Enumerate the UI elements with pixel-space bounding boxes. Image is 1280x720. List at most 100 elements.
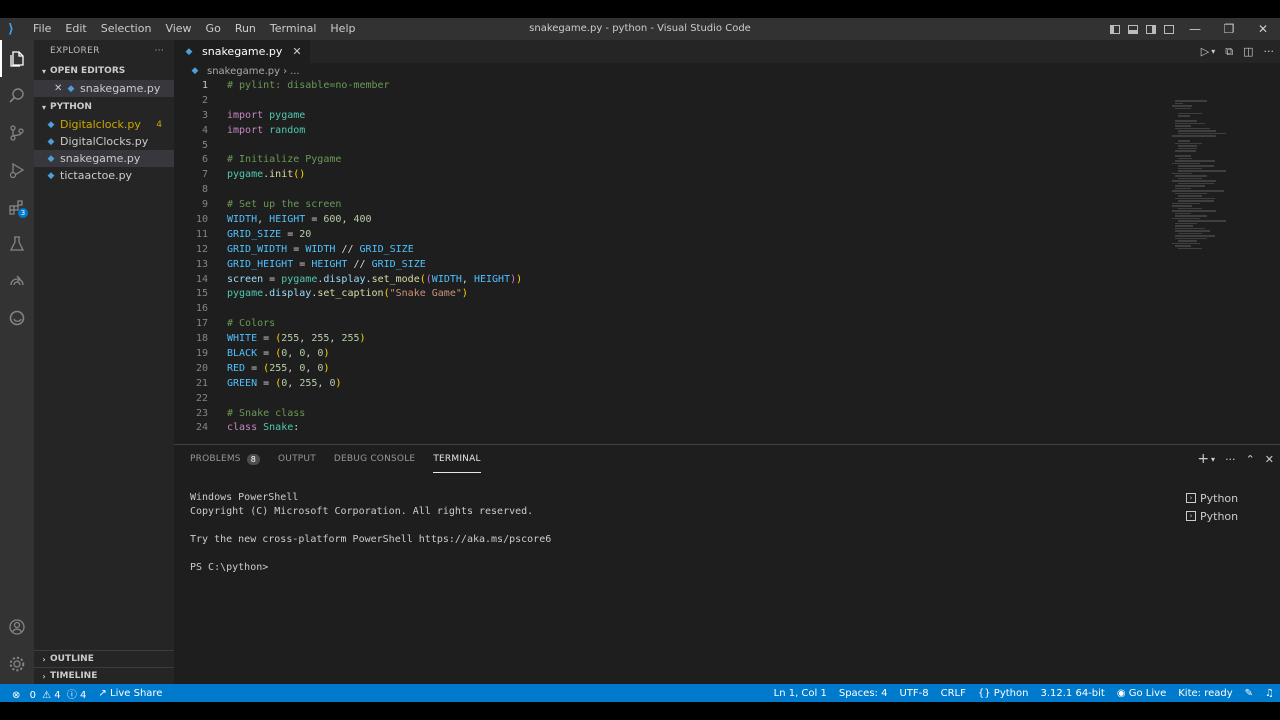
search-icon[interactable]: [0, 77, 34, 114]
settings-gear-icon[interactable]: [0, 645, 34, 682]
close-window-icon[interactable]: ✕: [1246, 18, 1280, 40]
run-python-file-icon[interactable]: ▷: [1201, 45, 1209, 58]
menu-help[interactable]: Help: [323, 18, 362, 40]
code-line[interactable]: 5: [174, 139, 1154, 154]
code-line[interactable]: 16: [174, 302, 1154, 317]
code-line[interactable]: 12 GRID_WIDTH = WIDTH // GRID_SIZE: [174, 243, 1154, 258]
menu-run[interactable]: Run: [228, 18, 263, 40]
new-terminal-plus-icon[interactable]: +: [1197, 451, 1209, 467]
tab-output[interactable]: OUTPUT: [278, 445, 316, 473]
file-item-digitalclock[interactable]: ◆ Digitalclock.py 4: [34, 116, 174, 133]
code-line[interactable]: 4 import random: [174, 124, 1154, 139]
feedback-icon[interactable]: ✎: [1239, 688, 1259, 699]
code-line[interactable]: 7 pygame.init(): [174, 168, 1154, 183]
python-file-icon: ◆: [185, 46, 193, 57]
live-share-button[interactable]: ↗ Live Share: [92, 688, 168, 699]
code-line[interactable]: 6 # Initialize Pygame: [174, 153, 1154, 168]
code-line[interactable]: 22: [174, 392, 1154, 407]
notifications-bell-icon[interactable]: ♫: [1259, 688, 1280, 699]
code-line[interactable]: 13 GRID_HEIGHT = HEIGHT // GRID_SIZE: [174, 258, 1154, 273]
code-line[interactable]: 8: [174, 183, 1154, 198]
restore-icon[interactable]: ❐: [1212, 18, 1246, 40]
breadcrumb-more[interactable]: ...: [290, 66, 300, 77]
code-line[interactable]: 23 # Snake class: [174, 407, 1154, 422]
code-line[interactable]: 21 GREEN = (0, 255, 0): [174, 377, 1154, 392]
file-item-digitalclocks[interactable]: ◆ DigitalClocks.py: [34, 133, 174, 150]
file-item-tictaactoe[interactable]: ◆ tictaactoe.py: [34, 167, 174, 184]
menu-go[interactable]: Go: [199, 18, 228, 40]
code-line[interactable]: 9 # Set up the screen: [174, 198, 1154, 213]
chevron-down-icon[interactable]: ▾: [1211, 47, 1215, 56]
run-debug-icon[interactable]: [0, 151, 34, 188]
line-number: 2: [201, 94, 208, 106]
code-line[interactable]: 3 import pygame: [174, 109, 1154, 124]
python-file-icon: ◆: [67, 83, 75, 94]
split-editor-icon[interactable]: ◫: [1243, 45, 1253, 58]
indentation[interactable]: Spaces: 4: [833, 688, 894, 699]
code-line[interactable]: 11 GRID_SIZE = 20: [174, 228, 1154, 243]
toggle-primary-sidebar-icon[interactable]: [1106, 18, 1124, 40]
encoding[interactable]: UTF-8: [893, 688, 934, 699]
minimap[interactable]: [1172, 100, 1252, 360]
testing-flask-icon[interactable]: [0, 225, 34, 262]
more-actions-icon[interactable]: ···: [1264, 45, 1275, 58]
terminal-output[interactable]: Windows PowerShell Copyright (C) Microso…: [190, 491, 551, 575]
menu-selection[interactable]: Selection: [94, 18, 159, 40]
source-control-icon[interactable]: [0, 114, 34, 151]
code-line[interactable]: 14 screen = pygame.display.set_mode((WIDT…: [174, 273, 1154, 288]
end-of-line[interactable]: CRLF: [935, 688, 972, 699]
tab-debug-console[interactable]: DEBUG CONSOLE: [334, 445, 415, 473]
cursor-position[interactable]: Ln 1, Col 1: [768, 688, 833, 699]
code-line[interactable]: 15 pygame.display.set_caption("Snake Game…: [174, 287, 1154, 302]
terminal-instance[interactable]: › Python: [1186, 507, 1258, 525]
toggle-secondary-sidebar-icon[interactable]: [1142, 18, 1160, 40]
outline-section[interactable]: › OUTLINE: [34, 650, 174, 667]
terminal-prompt[interactable]: PS C:\python>: [190, 561, 551, 575]
toggle-panel-icon[interactable]: [1124, 18, 1142, 40]
code-line[interactable]: 18 WHITE = (255, 255, 255): [174, 332, 1154, 347]
breadcrumb-file[interactable]: snakegame.py: [207, 66, 280, 77]
menu-view[interactable]: View: [158, 18, 198, 40]
close-editor-icon[interactable]: ✕: [54, 83, 66, 94]
open-editor-item[interactable]: ✕ ◆ snakegame.py: [34, 80, 174, 97]
code-line[interactable]: 17 # Colors: [174, 317, 1154, 332]
go-live-button[interactable]: ◉ Go Live: [1111, 688, 1172, 699]
python-interpreter[interactable]: 3.12.1 64-bit: [1034, 688, 1110, 699]
explorer-icon[interactable]: [0, 40, 34, 77]
open-changes-icon[interactable]: ⧉: [1225, 45, 1233, 59]
tab-terminal[interactable]: TERMINAL: [433, 445, 481, 473]
editor-tab-snakegame[interactable]: ◆ snakegame.py ✕: [174, 40, 310, 63]
open-editors-section[interactable]: ▾ OPEN EDITORS: [34, 62, 174, 80]
code-line[interactable]: 24 class Snake:: [174, 421, 1154, 436]
kite-status[interactable]: Kite: ready: [1172, 688, 1238, 699]
code-line[interactable]: 19 BLACK = (0, 0, 0): [174, 347, 1154, 362]
remote-explorer-icon[interactable]: [0, 262, 34, 299]
accounts-icon[interactable]: [0, 608, 34, 645]
timeline-section[interactable]: › TIMELINE: [34, 667, 174, 684]
chevron-down-icon[interactable]: ▾: [1211, 455, 1215, 464]
more-actions-icon[interactable]: ···: [155, 46, 164, 56]
terminal-instance[interactable]: › Python: [1186, 489, 1258, 507]
code-line[interactable]: 10 WIDTH, HEIGHT = 600, 400: [174, 213, 1154, 228]
menu-edit[interactable]: Edit: [58, 18, 93, 40]
tab-terminal-label: TERMINAL: [433, 453, 481, 464]
maximize-panel-icon[interactable]: ⌃: [1246, 453, 1255, 466]
code-lines[interactable]: 1 # pylint: disable=no-member 2 3 import pyg…: [174, 79, 1154, 436]
file-item-snakegame[interactable]: ◆ snakegame.py: [34, 150, 174, 167]
close-tab-icon[interactable]: ✕: [292, 45, 301, 58]
code-line[interactable]: 2: [174, 94, 1154, 109]
python-folder-section[interactable]: ▾ PYTHON: [34, 98, 174, 116]
code-line[interactable]: 1 # pylint: disable=no-member: [174, 79, 1154, 94]
menu-terminal[interactable]: Terminal: [263, 18, 324, 40]
customize-layout-icon[interactable]: [1160, 18, 1178, 40]
edge-browser-icon[interactable]: [0, 299, 34, 336]
language-mode[interactable]: {} Python: [972, 688, 1035, 699]
extensions-icon[interactable]: 3: [0, 188, 34, 225]
minimize-icon[interactable]: —: [1178, 18, 1212, 40]
more-actions-icon[interactable]: ···: [1225, 453, 1236, 466]
close-panel-icon[interactable]: ✕: [1265, 453, 1274, 466]
menu-file[interactable]: File: [26, 18, 58, 40]
tab-problems[interactable]: PROBLEMS 8: [190, 445, 261, 473]
problems-status[interactable]: ⊗ 0 ⚠ 4 ⓘ 4: [0, 686, 92, 701]
code-line[interactable]: 20 RED = (255, 0, 0): [174, 362, 1154, 377]
